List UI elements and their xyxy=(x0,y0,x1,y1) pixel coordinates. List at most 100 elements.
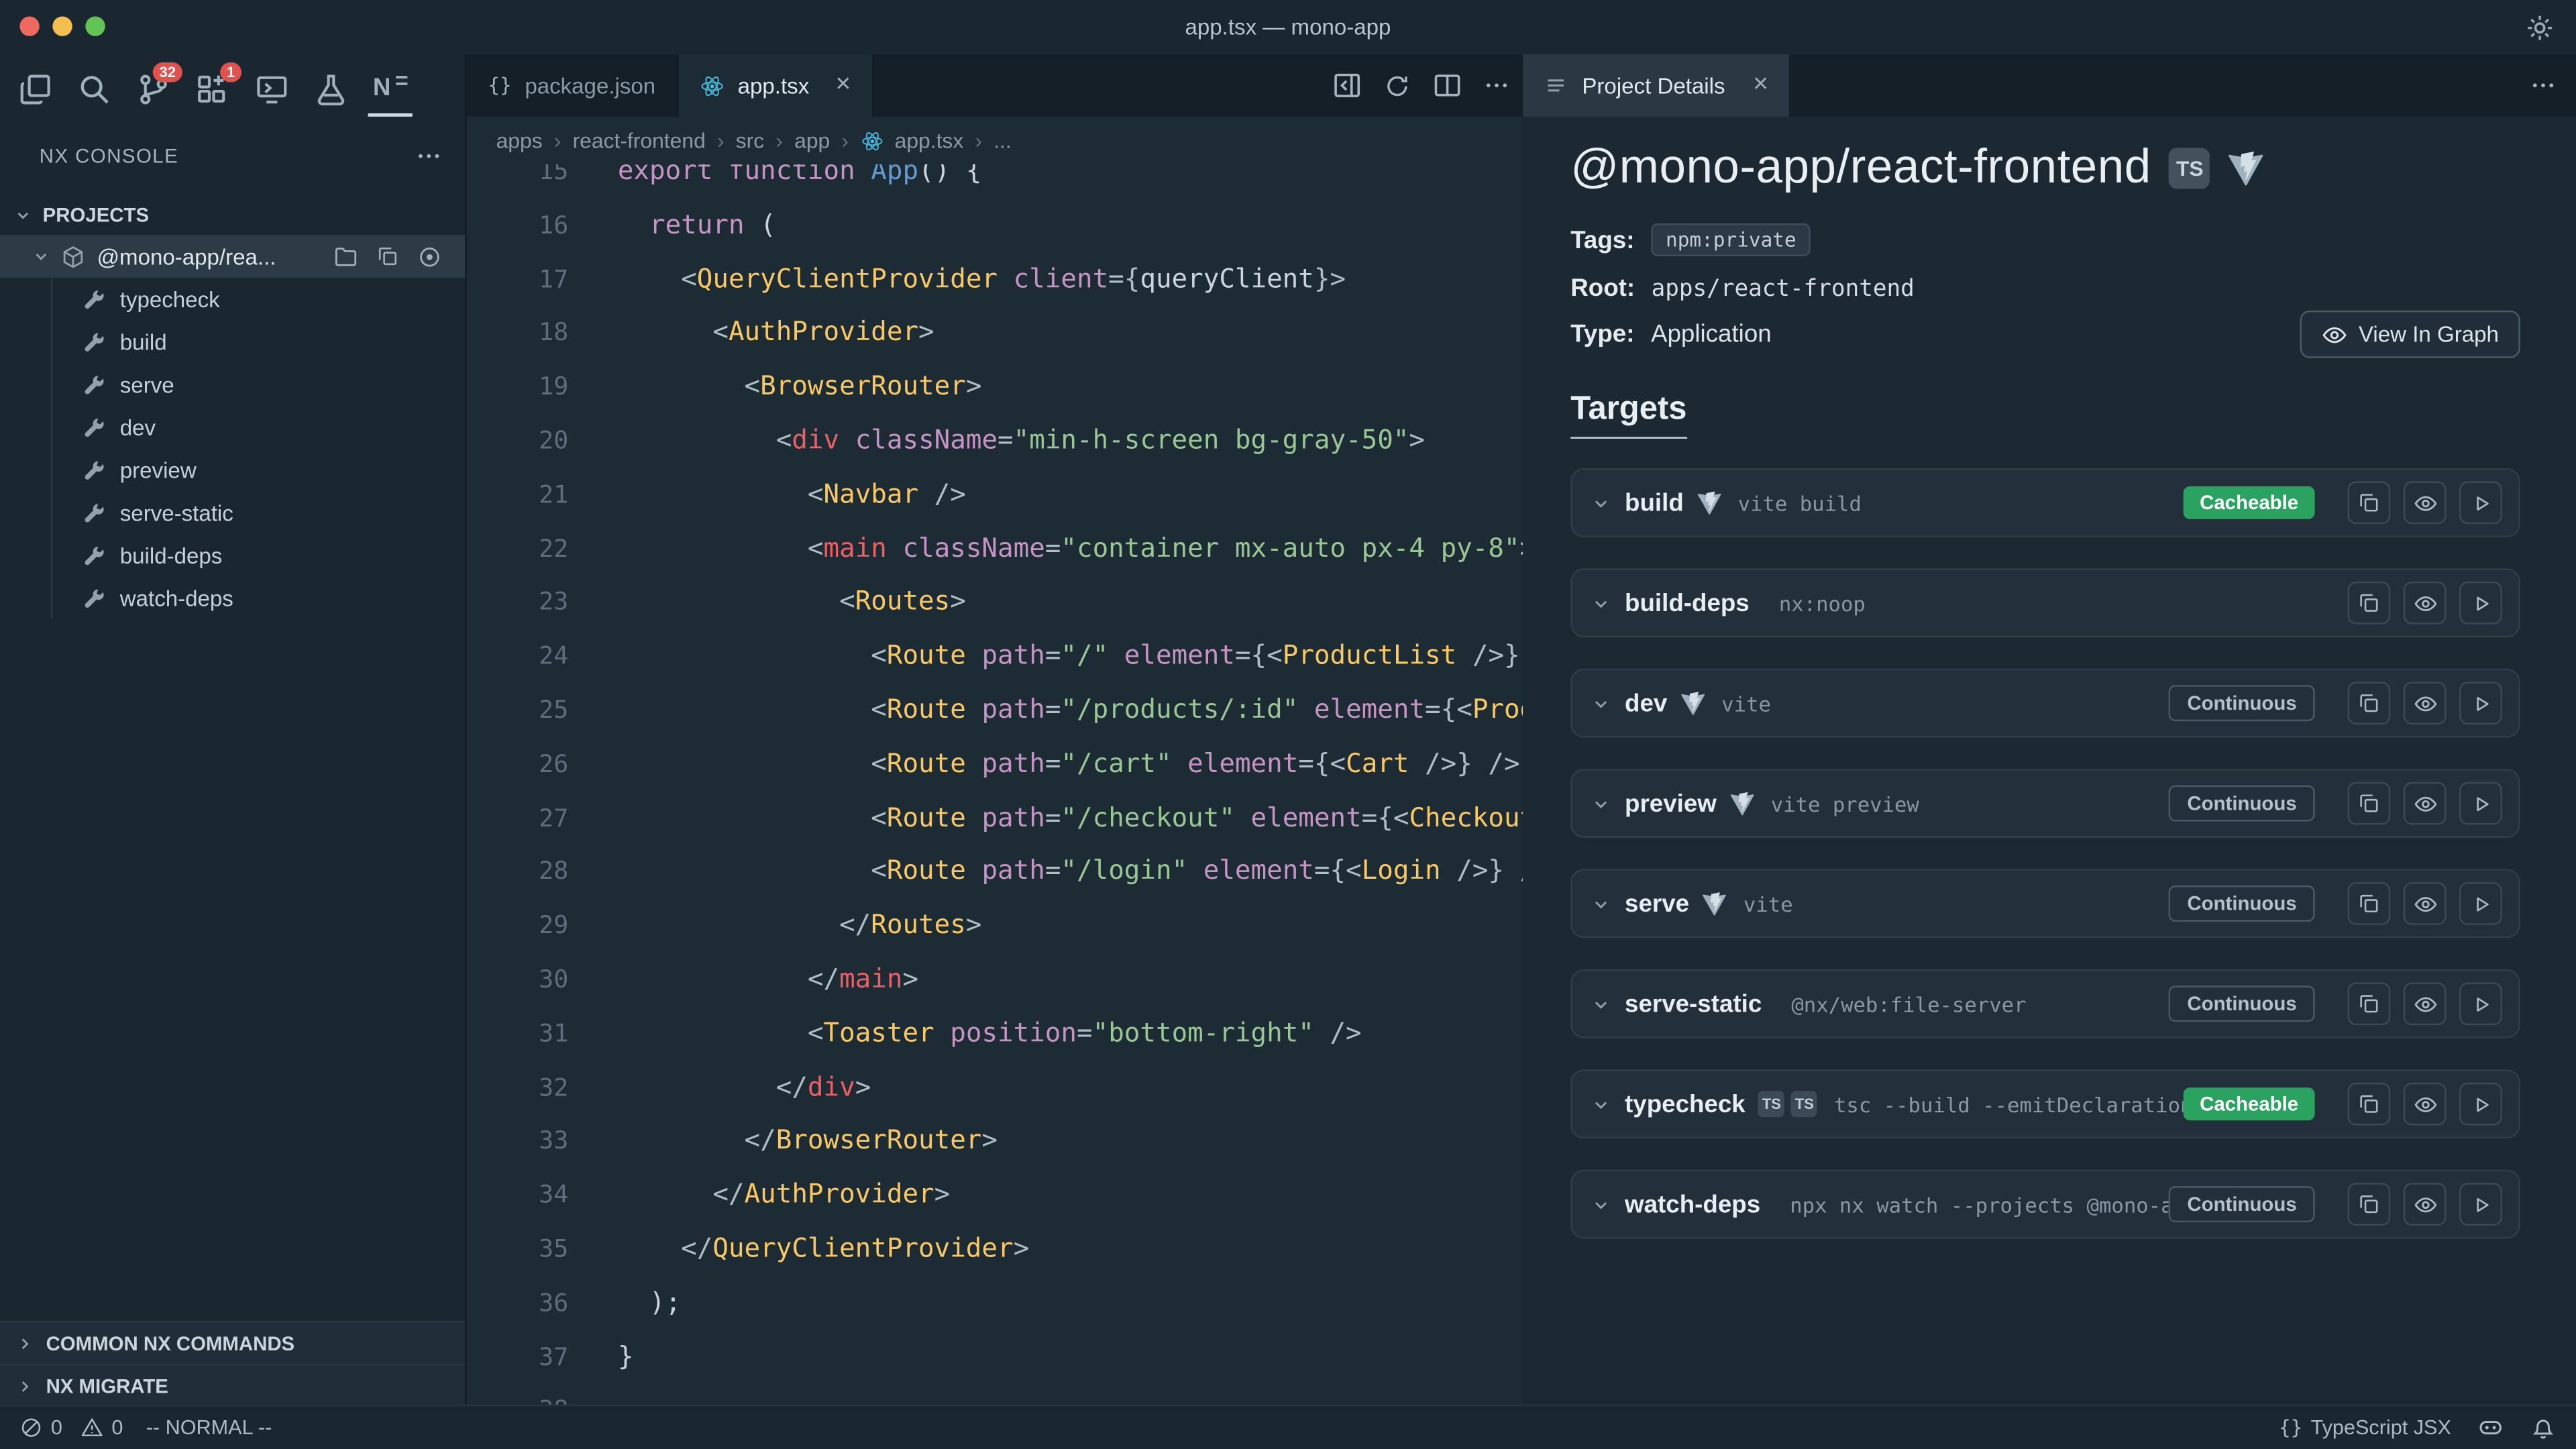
breadcrumb-item[interactable]: react-frontend xyxy=(573,128,706,153)
settings-gear-icon[interactable] xyxy=(2525,13,2555,43)
code-line[interactable]: 19 <BrowserRouter> xyxy=(467,360,1523,414)
source-control-icon[interactable]: 32 xyxy=(131,62,176,115)
code-line[interactable]: 27 <Route path="/checkout" element={<Che… xyxy=(467,791,1523,845)
copy-icon-button[interactable] xyxy=(2348,782,2391,825)
code-line[interactable]: 32 </div> xyxy=(467,1061,1523,1114)
more-actions-icon[interactable] xyxy=(2530,54,2556,117)
copy-icon-button[interactable] xyxy=(2348,482,2391,525)
more-actions-icon[interactable] xyxy=(416,143,442,169)
breadcrumb-item[interactable]: app.tsx xyxy=(895,128,964,153)
chevron-down-icon[interactable] xyxy=(1592,694,1610,712)
sidebar-target-item[interactable]: serve-static xyxy=(0,491,465,534)
copy-icon-button[interactable] xyxy=(2348,582,2391,625)
target-icon[interactable] xyxy=(417,244,442,269)
code-line[interactable]: 35 </QueryClientProvider> xyxy=(467,1222,1523,1276)
remote-explorer-icon[interactable] xyxy=(250,62,294,115)
breadcrumb-item[interactable]: apps xyxy=(496,128,543,153)
code-line[interactable]: 22 <main className="container mx-auto px… xyxy=(467,522,1523,576)
copy-icon-button[interactable] xyxy=(2348,682,2391,724)
close-tab-icon[interactable]: × xyxy=(835,72,851,99)
code-line[interactable]: 37} xyxy=(467,1330,1523,1384)
projects-section-header[interactable]: PROJECTS xyxy=(0,195,465,235)
copy-icon-button[interactable] xyxy=(2348,1083,2391,1126)
code-line[interactable]: 17 <QueryClientProvider client={queryCli… xyxy=(467,252,1523,306)
sidebar-target-item[interactable]: serve xyxy=(0,363,465,406)
chevron-down-icon[interactable] xyxy=(1592,1095,1610,1113)
sidebar-target-item[interactable]: dev xyxy=(0,406,465,449)
more-actions-icon[interactable] xyxy=(1483,72,1509,99)
sidebar-target-item[interactable]: build xyxy=(0,321,465,364)
play-icon-button[interactable] xyxy=(2459,1183,2502,1226)
eye-icon-button[interactable] xyxy=(2404,782,2447,825)
explorer-icon[interactable] xyxy=(13,62,58,115)
testing-beaker-icon[interactable] xyxy=(309,62,353,115)
breadcrumb-item[interactable]: src xyxy=(736,128,764,153)
close-window-button[interactable] xyxy=(19,16,39,36)
code-line[interactable]: 36 ); xyxy=(467,1276,1523,1330)
code-line[interactable]: 23 <Routes> xyxy=(467,576,1523,629)
eye-icon-button[interactable] xyxy=(2404,582,2447,625)
project-tree-item[interactable]: @mono-app/rea... xyxy=(0,235,465,278)
play-icon-button[interactable] xyxy=(2459,682,2502,724)
chevron-down-icon[interactable] xyxy=(1592,1195,1610,1214)
view-in-graph-button[interactable]: View In Graph xyxy=(2300,311,2520,358)
eye-icon-button[interactable] xyxy=(2404,882,2447,925)
code-line[interactable]: 34 </AuthProvider> xyxy=(467,1169,1523,1222)
notifications-bell-icon[interactable] xyxy=(2530,1415,2556,1441)
eye-icon-button[interactable] xyxy=(2404,1183,2447,1226)
language-mode-indicator[interactable]: {} TypeScript JSX xyxy=(2279,1416,2451,1439)
code-line[interactable]: 26 <Route path="/cart" element={<Cart />… xyxy=(467,737,1523,791)
folder-icon[interactable] xyxy=(333,244,358,269)
copy-icon-button[interactable] xyxy=(2348,1183,2391,1226)
problems-indicator[interactable]: 0 0 xyxy=(19,1416,123,1439)
minimize-window-button[interactable] xyxy=(52,16,72,36)
close-tab-icon[interactable]: × xyxy=(1753,72,1768,99)
tab-package-json[interactable]: {} package.json xyxy=(467,54,679,117)
tab-app-tsx[interactable]: app.tsx × xyxy=(678,54,873,117)
play-icon-button[interactable] xyxy=(2459,482,2502,525)
chevron-down-icon[interactable] xyxy=(1592,794,1610,812)
code-line[interactable]: 30 </main> xyxy=(467,953,1523,1006)
code-line[interactable]: 24 <Route path="/" element={<ProductList… xyxy=(467,629,1523,683)
common-nx-commands-section[interactable]: COMMON NX COMMANDS xyxy=(0,1321,465,1364)
copy-icon-button[interactable] xyxy=(2348,882,2391,925)
sidebar-target-item[interactable]: watch-deps xyxy=(0,577,465,620)
play-icon-button[interactable] xyxy=(2459,782,2502,825)
code-line[interactable]: 21 <Navbar /> xyxy=(467,468,1523,521)
copy-icon[interactable] xyxy=(376,245,399,268)
sidebar-target-item[interactable]: preview xyxy=(0,449,465,492)
code-line[interactable]: 28 <Route path="/login" element={<Login … xyxy=(467,845,1523,899)
eye-icon-button[interactable] xyxy=(2404,482,2447,525)
play-icon-button[interactable] xyxy=(2459,882,2502,925)
split-editor-icon[interactable] xyxy=(1433,70,1462,100)
code-line[interactable]: 18 <AuthProvider> xyxy=(467,306,1523,360)
play-icon-button[interactable] xyxy=(2459,982,2502,1025)
code-line[interactable]: 31 <Toaster position="bottom-right" /> xyxy=(467,1007,1523,1061)
code-line[interactable]: 38 xyxy=(467,1384,1523,1406)
eye-icon-button[interactable] xyxy=(2404,682,2447,724)
code-line[interactable]: 29 </Routes> xyxy=(467,899,1523,953)
maximize-window-button[interactable] xyxy=(85,16,105,36)
nx-migrate-section[interactable]: NX MIGRATE xyxy=(0,1364,465,1407)
chevron-down-icon[interactable] xyxy=(1592,894,1610,912)
code-line[interactable]: 15export function App() { xyxy=(467,164,1523,199)
play-icon-button[interactable] xyxy=(2459,582,2502,625)
code-line[interactable]: 33 </BrowserRouter> xyxy=(467,1114,1523,1168)
sidebar-target-item[interactable]: typecheck xyxy=(0,278,465,321)
sidebar-target-item[interactable]: build-deps xyxy=(0,534,465,577)
vim-mode-indicator[interactable]: -- NORMAL -- xyxy=(146,1416,272,1439)
copilot-icon[interactable] xyxy=(2477,1415,2504,1441)
chevron-down-icon[interactable] xyxy=(1592,594,1610,612)
code-line[interactable]: 16 return ( xyxy=(467,199,1523,252)
open-changes-icon[interactable] xyxy=(1332,70,1362,100)
nx-console-icon[interactable]: N xyxy=(368,61,413,117)
chevron-down-icon[interactable] xyxy=(1592,995,1610,1013)
tab-project-details[interactable]: Project Details × xyxy=(1523,54,1790,117)
eye-icon-button[interactable] xyxy=(2404,982,2447,1025)
code-line[interactable]: 20 <div className="min-h-screen bg-gray-… xyxy=(467,414,1523,468)
copy-icon-button[interactable] xyxy=(2348,982,2391,1025)
breadcrumb-item[interactable]: ... xyxy=(994,128,1012,153)
play-icon-button[interactable] xyxy=(2459,1083,2502,1126)
search-icon[interactable] xyxy=(72,62,117,115)
refresh-icon[interactable] xyxy=(1383,72,1411,100)
